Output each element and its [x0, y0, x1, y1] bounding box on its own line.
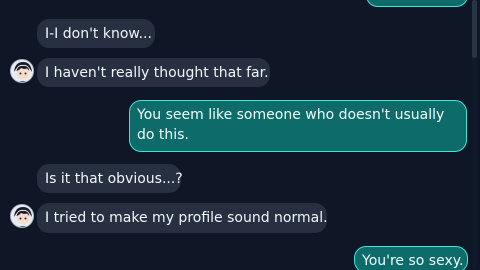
- message-text: Is it that obvious...?: [45, 171, 183, 187]
- incoming-message-bubble[interactable]: I tried to make my profile sound normal.: [37, 203, 328, 233]
- character-avatar-icon[interactable]: [10, 59, 34, 83]
- outgoing-message-bubble[interactable]: You're so sexy.: [354, 246, 468, 270]
- message-text: You're so sexy.: [362, 253, 464, 269]
- incoming-message-bubble[interactable]: I haven't really thought that far.: [37, 58, 270, 87]
- message-text: I tried to make my profile sound normal.: [45, 210, 328, 226]
- message-text: I haven't really thought that far.: [45, 65, 269, 81]
- scrollbar-thumb[interactable]: [472, 0, 477, 58]
- chat-thread[interactable]: I-I don't know... I haven't really thoug…: [0, 0, 480, 270]
- character-avatar-icon[interactable]: [10, 204, 34, 228]
- outgoing-message-bubble[interactable]: You seem like someone who doesn't usuall…: [129, 100, 467, 152]
- character-avatar-icon-graphic: [11, 60, 33, 82]
- outgoing-message-bubble[interactable]: [366, 0, 468, 7]
- message-text: I-I don't know...: [45, 26, 152, 42]
- incoming-message-bubble[interactable]: Is it that obvious...?: [37, 164, 183, 193]
- incoming-message-bubble[interactable]: I-I don't know...: [37, 19, 155, 48]
- character-avatar-icon-graphic: [11, 205, 33, 227]
- message-text: You seem like someone who doesn't usuall…: [137, 107, 445, 143]
